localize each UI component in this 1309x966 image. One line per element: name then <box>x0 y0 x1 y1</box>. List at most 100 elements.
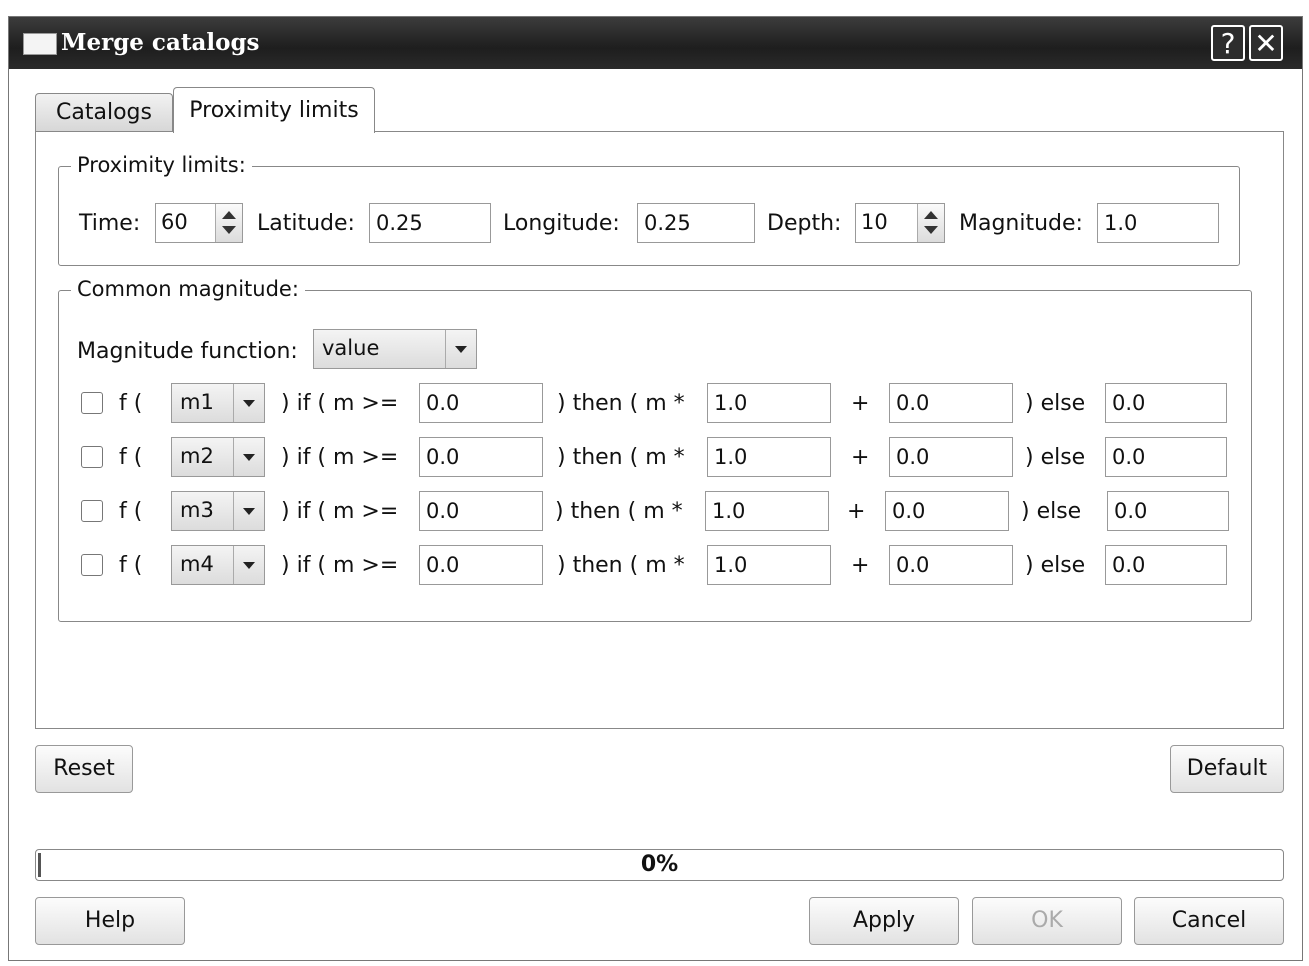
row-addend-field[interactable] <box>889 383 1013 423</box>
row-else-value-field[interactable] <box>1105 437 1227 477</box>
row-else-value-field[interactable] <box>1105 545 1227 585</box>
depth-spin-arrows[interactable] <box>917 204 944 242</box>
dropdown-button[interactable] <box>445 330 476 368</box>
window-icon <box>23 33 57 55</box>
dropdown-button[interactable] <box>233 546 264 584</box>
row-enable-checkbox[interactable] <box>81 554 103 576</box>
dropdown-button[interactable] <box>233 438 264 476</box>
row-then-label: ) then ( m * <box>557 445 685 470</box>
row-else-label: ) else <box>1021 499 1082 524</box>
close-icon[interactable]: ✕ <box>1249 25 1283 61</box>
cancel-button[interactable]: Cancel <box>1134 897 1284 945</box>
row-multiplier-field[interactable] <box>705 491 829 531</box>
row-threshold-field[interactable] <box>419 491 543 531</box>
row-plus-label: + <box>851 553 870 578</box>
chevron-down-icon <box>243 400 255 407</box>
proximity-limits-group: Proximity limits: Time: 60 Latitude: Lon… <box>58 153 1240 266</box>
progress-bar: 0% <box>35 849 1284 881</box>
row-if-label: ) if ( m >= <box>281 445 399 470</box>
row-addend-field[interactable] <box>889 437 1013 477</box>
tab-catalogs[interactable]: Catalogs <box>35 93 173 131</box>
depth-value: 10 <box>861 210 888 234</box>
row-enable-checkbox[interactable] <box>81 392 103 414</box>
help-icon[interactable]: ? <box>1211 25 1245 61</box>
row-multiplier-field[interactable] <box>707 383 831 423</box>
magnitude-function-label: Magnitude function: <box>77 339 298 364</box>
row-enable-checkbox[interactable] <box>81 500 103 522</box>
row-addend-field[interactable] <box>885 491 1009 531</box>
longitude-label: Longitude: <box>503 211 620 236</box>
row-threshold-field[interactable] <box>419 545 543 585</box>
magnitude-label: Magnitude: <box>959 211 1083 236</box>
reset-button[interactable]: Reset <box>35 745 133 793</box>
title-bar: Merge catalogs ? ✕ <box>9 17 1302 69</box>
row-else-label: ) else <box>1025 391 1086 416</box>
row-multiplier-field[interactable] <box>707 437 831 477</box>
row-plus-label: + <box>851 391 870 416</box>
row-variable-value: m1 <box>180 390 214 414</box>
spin-up-icon[interactable] <box>222 211 236 219</box>
row-then-label: ) then ( m * <box>557 391 685 416</box>
row-variable-select[interactable]: m3 <box>171 491 265 531</box>
row-multiplier-field[interactable] <box>707 545 831 585</box>
time-spinbox[interactable]: 60 <box>155 203 243 243</box>
magnitude-field[interactable] <box>1097 203 1219 243</box>
window-title: Merge catalogs <box>61 29 260 56</box>
row-plus-label: + <box>851 445 870 470</box>
latitude-field[interactable] <box>369 203 491 243</box>
ok-button[interactable]: OK <box>972 897 1122 945</box>
magnitude-function-select[interactable]: value <box>313 329 477 369</box>
row-else-value-field[interactable] <box>1107 491 1229 531</box>
row-else-label: ) else <box>1025 553 1086 578</box>
help-button[interactable]: Help <box>35 897 185 945</box>
row-enable-checkbox[interactable] <box>81 446 103 468</box>
row-addend-field[interactable] <box>889 545 1013 585</box>
time-spin-arrows[interactable] <box>215 204 242 242</box>
row-else-value-field[interactable] <box>1105 383 1227 423</box>
spin-down-icon[interactable] <box>924 226 938 234</box>
chevron-down-icon <box>455 346 467 353</box>
row-f-label: f ( <box>119 553 143 578</box>
time-label: Time: <box>79 211 141 236</box>
magnitude-function-value: value <box>322 336 380 360</box>
row-variable-select[interactable]: m2 <box>171 437 265 477</box>
merge-catalogs-dialog: Merge catalogs ? ✕ Catalogs Proximity li… <box>8 16 1303 961</box>
time-value: 60 <box>161 210 188 234</box>
row-plus-label: + <box>847 499 866 524</box>
spin-down-icon[interactable] <box>222 226 236 234</box>
row-else-label: ) else <box>1025 445 1086 470</box>
dropdown-button[interactable] <box>233 384 264 422</box>
row-f-label: f ( <box>119 499 143 524</box>
depth-spinbox[interactable]: 10 <box>855 203 945 243</box>
row-then-label: ) then ( m * <box>555 499 683 524</box>
chevron-down-icon <box>243 562 255 569</box>
default-button[interactable]: Default <box>1170 745 1284 793</box>
dropdown-button[interactable] <box>233 492 264 530</box>
row-if-label: ) if ( m >= <box>281 499 399 524</box>
spin-up-icon[interactable] <box>924 211 938 219</box>
row-if-label: ) if ( m >= <box>281 553 399 578</box>
row-f-label: f ( <box>119 391 143 416</box>
chevron-down-icon <box>243 454 255 461</box>
common-magnitude-legend: Common magnitude: <box>71 277 305 301</box>
proximity-limits-legend: Proximity limits: <box>71 153 252 177</box>
depth-label: Depth: <box>767 211 842 236</box>
tab-proximity-limits[interactable]: Proximity limits <box>173 87 375 133</box>
tab-panel: Proximity limits: Time: 60 Latitude: Lon… <box>35 131 1284 729</box>
chevron-down-icon <box>243 508 255 515</box>
row-f-label: f ( <box>119 445 143 470</box>
row-variable-value: m3 <box>180 498 214 522</box>
row-variable-value: m4 <box>180 552 214 576</box>
longitude-field[interactable] <box>637 203 755 243</box>
row-variable-select[interactable]: m1 <box>171 383 265 423</box>
row-threshold-field[interactable] <box>419 383 543 423</box>
row-variable-select[interactable]: m4 <box>171 545 265 585</box>
apply-button[interactable]: Apply <box>809 897 959 945</box>
row-variable-value: m2 <box>180 444 214 468</box>
row-threshold-field[interactable] <box>419 437 543 477</box>
row-if-label: ) if ( m >= <box>281 391 399 416</box>
common-magnitude-group: Common magnitude: Magnitude function: va… <box>58 277 1252 622</box>
latitude-label: Latitude: <box>257 211 355 236</box>
progress-label: 0% <box>640 852 679 877</box>
row-then-label: ) then ( m * <box>557 553 685 578</box>
